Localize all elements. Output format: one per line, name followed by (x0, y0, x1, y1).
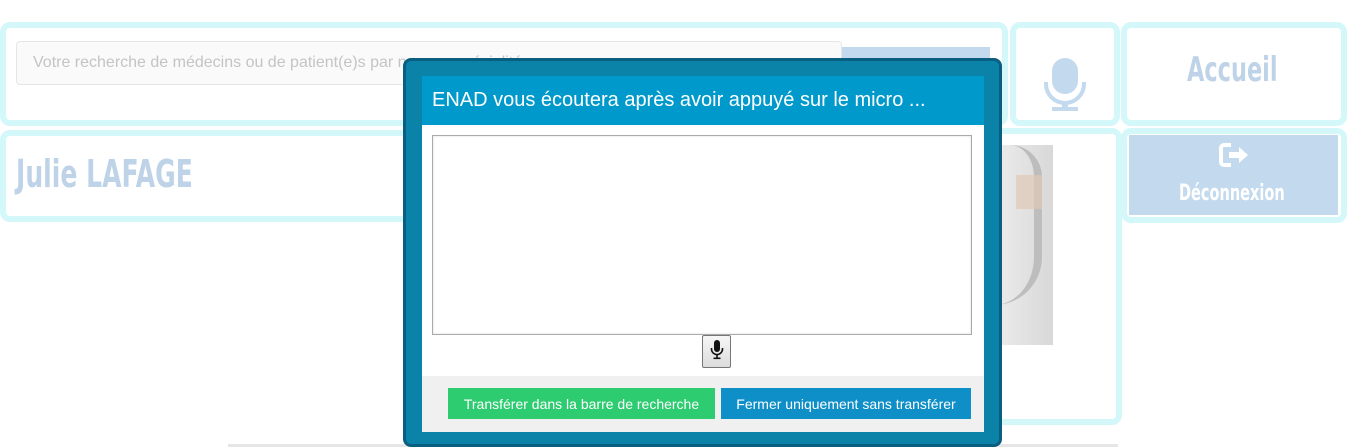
logout-label: Déconnexion (1179, 181, 1285, 206)
logout-button[interactable]: Déconnexion (1129, 135, 1338, 215)
record-button[interactable] (702, 335, 731, 368)
dictation-textarea[interactable] (432, 135, 972, 335)
sign-out-icon (1219, 142, 1249, 173)
voice-dictation-modal: ENAD vous écoutera après avoir appuyé su… (403, 58, 1002, 447)
modal-footer: Transférer dans la barre de recherche Fe… (422, 376, 984, 432)
modal-content: ENAD vous écoutera après avoir appuyé su… (422, 76, 984, 432)
transfer-button[interactable]: Transférer dans la barre de recherche (448, 388, 715, 419)
close-without-transfer-button[interactable]: Fermer uniquement sans transférer (721, 388, 971, 419)
microphone-icon[interactable] (1043, 58, 1087, 117)
user-name: Julie LAFAGE (16, 152, 193, 196)
home-link[interactable]: Accueil (1187, 50, 1278, 90)
microphone-icon (710, 340, 724, 363)
modal-title: ENAD vous écoutera après avoir appuyé su… (422, 76, 984, 125)
